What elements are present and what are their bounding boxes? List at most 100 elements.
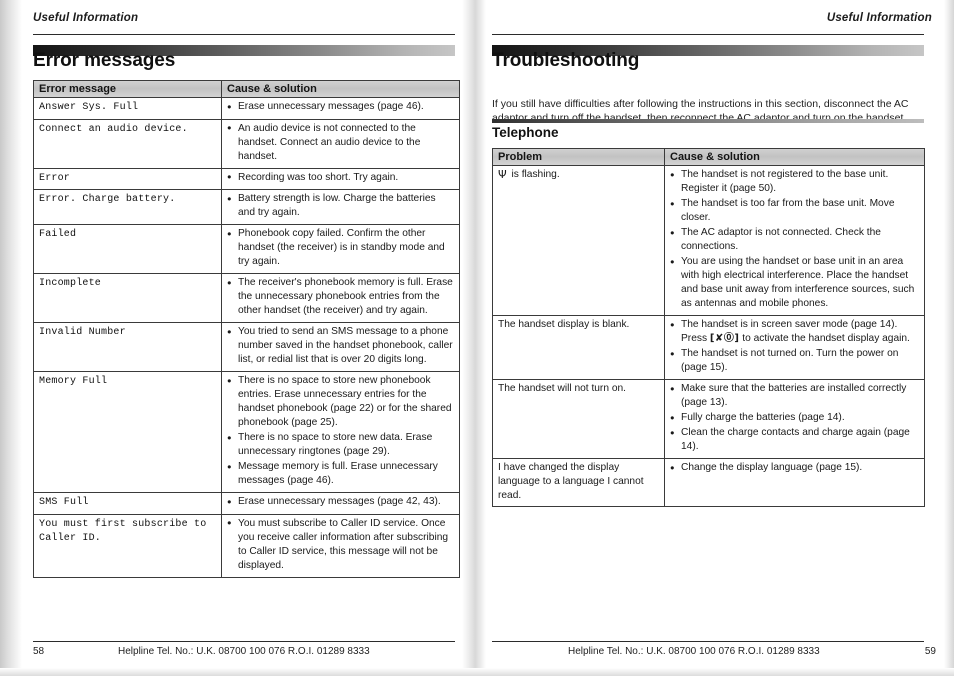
error-message-cell: Error. Charge battery. [33, 189, 222, 225]
troubleshooting-table: Problem Cause & solution Ψ is flashing.T… [492, 148, 925, 507]
header-rule-right [492, 34, 924, 35]
cause-solution-cell: Phonebook copy failed. Confirm the other… [221, 224, 460, 274]
solution-list: You must subscribe to Caller ID service.… [227, 516, 454, 573]
error-message-cell: Invalid Number [33, 322, 222, 372]
solution-bullet: You are using the handset or base unit i… [670, 255, 919, 311]
solution-bullet: The handset is too far from the base uni… [670, 197, 919, 225]
problem-cell: The handset display is blank. [492, 315, 665, 380]
cause-solution-cell: The handset is not registered to the bas… [664, 165, 925, 316]
scan-right-edge-shadow [944, 0, 954, 676]
error-message-cell: Memory Full [33, 371, 222, 493]
solution-list: Recording was too short. Try again. [227, 170, 454, 185]
solution-list: Phonebook copy failed. Confirm the other… [227, 227, 454, 269]
table-row: The handset will not turn on.Make sure t… [492, 379, 925, 459]
table-row: Invalid NumberYou tried to send an SMS m… [33, 322, 460, 372]
header-rule-left [33, 34, 455, 35]
solution-bullet: Phonebook copy failed. Confirm the other… [227, 227, 454, 269]
solution-list: The handset is not registered to the bas… [670, 168, 919, 311]
scan-left-edge-shadow [0, 0, 22, 676]
solution-list: There is no space to store new phonebook… [227, 374, 454, 488]
solution-bullet: Battery strength is low. Charge the batt… [227, 192, 454, 220]
solution-list: Make sure that the batteries are install… [670, 382, 919, 454]
page-left: Useful Information Error messages Error … [22, 0, 462, 676]
helpline-text-left: Helpline Tel. No.: U.K. 08700 100 076 R.… [118, 646, 370, 657]
solution-list: The receiver's phonebook memory is full.… [227, 276, 454, 318]
footer-rule-left [33, 641, 455, 642]
scan-page-gutter [462, 0, 486, 676]
helpline-text-right: Helpline Tel. No.: U.K. 08700 100 076 R.… [568, 646, 820, 657]
table-row: Error Recording was too short. Try again. [33, 167, 460, 190]
solution-bullet: Erase unnecessary messages (page 46). [227, 100, 454, 114]
solution-list: Battery strength is low. Charge the batt… [227, 192, 454, 220]
table-header-row: Problem Cause & solution [492, 148, 925, 166]
cause-solution-cell: An audio device is not connected to the … [221, 118, 460, 169]
column-header-problem: Problem [492, 148, 665, 166]
solution-bullet: Change the display language (page 15). [670, 461, 919, 475]
table-row: I have changed the display language to a… [492, 458, 925, 507]
column-header-cause-solution: Cause & solution [221, 80, 460, 98]
cause-solution-cell: Change the display language (page 15). [664, 458, 925, 507]
solution-bullet: Recording was too short. Try again. [227, 170, 454, 185]
solution-bullet: There is no space to store new phonebook… [227, 374, 454, 430]
antenna-icon: Ψ [498, 168, 507, 181]
running-head-right: Useful Information [826, 12, 932, 24]
solution-bullet: The receiver's phonebook memory is full.… [227, 276, 454, 318]
solution-list: You tried to send an SMS message to a ph… [227, 325, 454, 367]
cause-solution-cell: Erase unnecessary messages (page 46). [221, 97, 460, 120]
cause-solution-cell: Erase unnecessary messages (page 42, 43)… [221, 492, 460, 515]
table-row: FailedPhonebook copy failed. Confirm the… [33, 224, 460, 274]
solution-bullet: There is no space to store new data. Era… [227, 431, 454, 459]
problem-cell: The handset will not turn on. [492, 379, 665, 459]
problem-cell: Ψ is flashing. [492, 165, 665, 316]
page-title-error-messages: Error messages [33, 50, 176, 71]
table-row: Memory FullThere is no space to store ne… [33, 371, 460, 493]
column-header-error-message: Error message [33, 80, 222, 98]
error-message-cell: SMS Full [33, 492, 222, 515]
subsection-title-telephone: Telephone [492, 125, 559, 140]
solution-bullet: The handset is in screen saver mode (pag… [670, 318, 919, 346]
cause-solution-cell: Make sure that the batteries are install… [664, 379, 925, 459]
table-row: Connect an audio device.An audio device … [33, 118, 460, 169]
error-message-cell: Error [33, 167, 222, 190]
error-message-cell: You must first subscribe to Caller ID. [33, 513, 222, 578]
table-row: Answer Sys. Full Erase unnecessary messag… [33, 97, 460, 120]
page-right: Useful Information Troubleshooting If yo… [486, 0, 944, 676]
table-header-row: Error message Cause & solution [33, 80, 460, 98]
solution-list: Change the display language (page 15). [670, 461, 919, 475]
cause-solution-cell: You tried to send an SMS message to a ph… [221, 322, 460, 372]
cause-solution-cell: Recording was too short. Try again. [221, 167, 460, 190]
cause-solution-cell: The handset is in screen saver mode (pag… [664, 315, 925, 380]
solution-bullet: Clean the charge contacts and charge aga… [670, 426, 919, 454]
error-message-cell: Incomplete [33, 273, 222, 323]
table-row: Error. Charge battery.Battery strength i… [33, 189, 460, 225]
cause-solution-cell: You must subscribe to Caller ID service.… [221, 513, 460, 578]
solution-bullet: You must subscribe to Caller ID service.… [227, 516, 454, 573]
error-message-cell: Failed [33, 224, 222, 274]
cause-solution-cell: Battery strength is low. Charge the batt… [221, 189, 460, 225]
cause-solution-cell: There is no space to store new phonebook… [221, 371, 460, 493]
solution-bullet: Message memory is full. Erase unnecessar… [227, 460, 454, 488]
solution-bullet: An audio device is not connected to the … [227, 121, 454, 164]
solution-bullet: You tried to send an SMS message to a ph… [227, 325, 454, 367]
solution-list: Erase unnecessary messages (page 42, 43)… [227, 495, 454, 509]
solution-bullet: The handset is not registered to the bas… [670, 168, 919, 196]
table-row: IncompleteThe receiver's phonebook memor… [33, 273, 460, 323]
power-key-icon: [✘⓪] [709, 333, 740, 344]
table-row: You must first subscribe to Caller ID.Yo… [33, 513, 460, 578]
table-row: SMS Full Erase unnecessary messages (page… [33, 492, 460, 515]
error-messages-table: Error message Cause & solution Answer Sy… [33, 80, 460, 578]
solution-bullet: The handset is not turned on. Turn the p… [670, 347, 919, 375]
page-number-left: 58 [33, 646, 45, 657]
page-title-troubleshooting: Troubleshooting [492, 50, 640, 71]
subsection-bar [492, 119, 924, 123]
solution-bullet: Erase unnecessary messages (page 42, 43)… [227, 495, 454, 509]
table-row: The handset display is blank.The handset… [492, 315, 925, 380]
solution-bullet: Make sure that the batteries are install… [670, 382, 919, 410]
solution-list: Erase unnecessary messages (page 46). [227, 100, 454, 114]
solution-bullet: The AC adaptor is not connected. Check t… [670, 226, 919, 254]
problem-cell: I have changed the display language to a… [492, 458, 665, 507]
solution-list: The handset is in screen saver mode (pag… [670, 318, 919, 375]
footer-rule-right [492, 641, 924, 642]
error-message-cell: Connect an audio device. [33, 118, 222, 169]
page-number-right: 59 [924, 646, 936, 657]
